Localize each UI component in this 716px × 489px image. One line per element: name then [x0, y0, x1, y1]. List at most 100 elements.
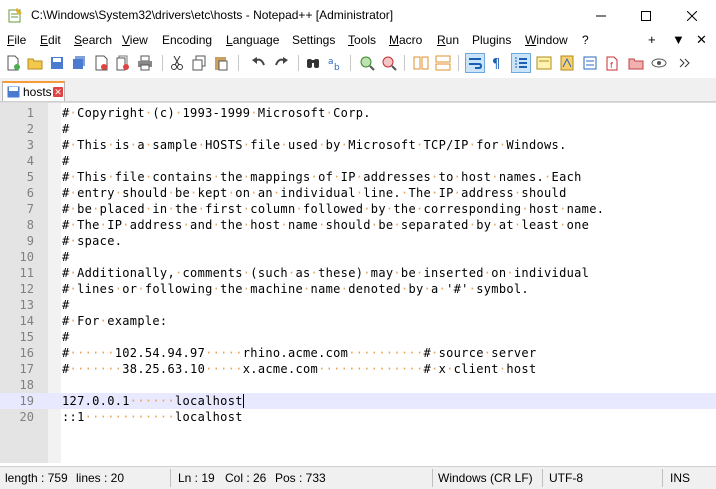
chevron-right-double-icon: [679, 58, 690, 68]
line-number: 10: [19, 250, 34, 264]
menu-window[interactable]: Window: [525, 33, 568, 47]
menu-edit[interactable]: Edit: [40, 33, 61, 47]
menu-bar: File Edit Search View Encoding Language …: [0, 31, 716, 51]
toolbar-separator: [298, 55, 299, 71]
menu-file[interactable]: File: [7, 33, 26, 47]
paste-button[interactable]: [212, 54, 230, 72]
printer-icon: [138, 55, 152, 71]
editor-line[interactable]: 18: [0, 377, 716, 393]
editor-line[interactable]: 8 #·The·IP·address·and·the·host·name·shou…: [0, 217, 716, 233]
editor-line[interactable]: 6 #·entry·should·be·kept·on·an·individual…: [0, 185, 716, 201]
line-number: 12: [19, 282, 34, 296]
indent-guide-icon: [515, 57, 527, 69]
editor-line[interactable]: 11 #·Additionally,·comments·(such·as·thes…: [0, 265, 716, 281]
print-button[interactable]: [136, 54, 154, 72]
status-encoding[interactable]: UTF-8: [549, 471, 583, 485]
cut-button[interactable]: [168, 54, 186, 72]
minimize-button[interactable]: [578, 0, 624, 31]
document-map-button[interactable]: [558, 54, 576, 72]
editor-line[interactable]: 9 #·space.: [0, 233, 716, 249]
toolbar-overflow-button[interactable]: [676, 54, 694, 72]
save-button[interactable]: [48, 54, 66, 72]
undo-button[interactable]: [250, 54, 268, 72]
function-list-button[interactable]: [581, 54, 599, 72]
editor-line[interactable]: 17 #·······38.25.63.10·····x.acme.com····…: [0, 361, 716, 377]
indent-guide-button[interactable]: [511, 53, 531, 73]
line-number: 17: [19, 362, 34, 376]
monitoring-button[interactable]: [650, 54, 668, 72]
copy-button[interactable]: [190, 54, 208, 72]
line-number: 2: [26, 122, 34, 136]
editor-line[interactable]: 2 #: [0, 121, 716, 137]
status-eol-format[interactable]: Windows (CR LF): [438, 471, 533, 485]
editor-line[interactable]: 4 #: [0, 153, 716, 169]
editor-line[interactable]: 13 #: [0, 297, 716, 313]
zoom-out-button[interactable]: [380, 54, 398, 72]
editor-line[interactable]: 3 #·This·is·a·sample·HOSTS·file·used·by·M…: [0, 137, 716, 153]
close-file-button[interactable]: [92, 54, 110, 72]
show-all-chars-button[interactable]: ¶: [488, 54, 506, 72]
user-language-button[interactable]: [535, 54, 553, 72]
close-window-button[interactable]: [669, 0, 715, 31]
editor-line[interactable]: 20::1············localhost: [0, 409, 716, 425]
status-line: Ln : 19: [178, 471, 215, 485]
save-icon: [51, 57, 63, 69]
find-button[interactable]: [304, 54, 322, 72]
line-text: #·This·is·a·sample·HOSTS·file·used·by·Mi…: [62, 138, 567, 152]
new-tab-button[interactable]: +: [648, 32, 656, 47]
line-text: #·······38.25.63.10·····x.acme.com······…: [62, 362, 537, 376]
open-file-button[interactable]: [26, 54, 44, 72]
editor-line[interactable]: 12 #·lines·or·following·the·machine·name·…: [0, 281, 716, 297]
editor-line[interactable]: 19 127.0.0.1······localhost: [0, 393, 716, 409]
sync-vertical-button[interactable]: [412, 54, 430, 72]
tab-list-dropdown[interactable]: ▼: [672, 32, 685, 47]
toolbar-separator: [350, 55, 351, 71]
saved-document-icon: [7, 86, 20, 98]
folder-workspace-icon: f: [606, 56, 618, 71]
tab-close-icon[interactable]: ✕: [53, 87, 63, 97]
close-all-icon: [116, 55, 129, 71]
menu-view[interactable]: View: [122, 33, 148, 47]
line-text: #·Additionally,·comments·(such·as·these)…: [62, 266, 590, 280]
undo-icon: [252, 57, 265, 66]
word-wrap-button[interactable]: [465, 53, 485, 73]
folder-view-button[interactable]: [627, 54, 645, 72]
text-editor[interactable]: 1 #·Copyright·(c)·1993-1999·Microsoft·Cor…: [0, 102, 716, 463]
line-text: #·The·IP·address·and·the·host·name·shoul…: [62, 218, 590, 232]
editor-line[interactable]: 14 #·For·example:: [0, 313, 716, 329]
maximize-icon: [641, 10, 651, 21]
menu-run[interactable]: Run: [437, 33, 459, 47]
zoom-in-icon: [360, 56, 375, 71]
copy-icon: [192, 55, 206, 71]
function-list-icon: [583, 56, 597, 70]
menu-tools[interactable]: Tools: [348, 33, 376, 47]
menu-help[interactable]: ?: [582, 33, 589, 47]
editor-line[interactable]: 1 #·Copyright·(c)·1993-1999·Microsoft·Cor…: [0, 105, 716, 121]
close-document-button[interactable]: ✕: [696, 32, 707, 48]
editor-line[interactable]: 15 #: [0, 329, 716, 345]
zoom-in-button[interactable]: [358, 54, 376, 72]
menu-macro[interactable]: Macro: [389, 33, 422, 47]
new-file-button[interactable]: [4, 54, 22, 72]
menu-encoding[interactable]: Encoding: [162, 33, 212, 47]
folder-as-workspace-button[interactable]: f: [604, 54, 622, 72]
status-insert-mode[interactable]: INS: [670, 471, 690, 485]
binoculars-icon: [307, 59, 319, 68]
close-all-button[interactable]: [114, 54, 132, 72]
menu-plugins[interactable]: Plugins: [472, 33, 511, 47]
line-text: #·space.: [62, 234, 123, 248]
editor-line[interactable]: 7 #·be·placed·in·the·first·column·followe…: [0, 201, 716, 217]
editor-line[interactable]: 16 #······102.54.94.97·····rhino.acme.com…: [0, 345, 716, 361]
tab-hosts[interactable]: hosts ✕: [2, 81, 65, 101]
replace-button[interactable]: ab: [326, 54, 344, 72]
menu-language[interactable]: Language: [226, 33, 279, 47]
editor-line[interactable]: 5 #·This·file·contains·the·mappings·of·IP…: [0, 169, 716, 185]
menu-settings[interactable]: Settings: [292, 33, 335, 47]
menu-search[interactable]: Search: [74, 33, 112, 47]
sync-horizontal-button[interactable]: [434, 54, 452, 72]
define-language-icon: [536, 56, 552, 70]
maximize-button[interactable]: [623, 0, 669, 31]
redo-button[interactable]: [272, 54, 290, 72]
save-all-button[interactable]: [70, 54, 88, 72]
editor-line[interactable]: 10 #: [0, 249, 716, 265]
